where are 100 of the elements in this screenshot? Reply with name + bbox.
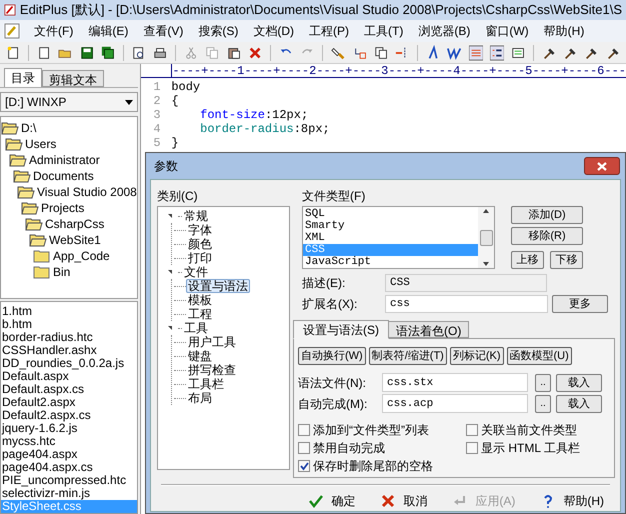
- file-item[interactable]: Default2.aspx.cs: [1, 409, 137, 422]
- menu-item[interactable]: 工具(T): [364, 22, 404, 40]
- category-item[interactable]: 工具栏: [186, 377, 226, 391]
- file-item[interactable]: PIE_uncompressed.htc: [1, 474, 137, 487]
- page-icon[interactable]: [37, 44, 52, 60]
- file-type-item[interactable]: SQL: [303, 208, 478, 220]
- menu-item[interactable]: 文件(F): [34, 22, 74, 40]
- menu-item[interactable]: 搜索(S): [198, 22, 238, 40]
- sidebar-tab[interactable]: 目录: [4, 68, 42, 88]
- folder-name[interactable]: Visual Studio 2008: [37, 183, 137, 202]
- folder-name[interactable]: Users: [25, 135, 56, 154]
- add-button[interactable]: 添加(D): [511, 206, 583, 224]
- category-item[interactable]: 键盘: [186, 349, 214, 363]
- footer-button[interactable]: 取消: [379, 491, 430, 511]
- folder-name[interactable]: App_Code: [53, 247, 110, 266]
- file-type-item[interactable]: XML: [303, 232, 478, 244]
- folder-name[interactable]: Documents: [33, 167, 94, 186]
- category-item[interactable]: 拼写检查: [186, 363, 238, 377]
- footer-button[interactable]: 帮助(H): [539, 491, 606, 511]
- checkbox[interactable]: [298, 460, 310, 472]
- syntax-file-field[interactable]: css.stx: [382, 373, 528, 392]
- duplicate-icon[interactable]: [374, 44, 388, 60]
- italic-a-icon[interactable]: [426, 44, 440, 60]
- load-button[interactable]: 载入: [556, 374, 602, 392]
- save-icon[interactable]: [80, 44, 94, 60]
- file-item[interactable]: Default.aspx: [1, 370, 137, 383]
- dialog-tab[interactable]: 语法着色(O): [389, 321, 470, 338]
- line-numbers-icon[interactable]: [490, 44, 504, 60]
- option-button[interactable]: 自动换行(W): [298, 347, 366, 365]
- menu-item[interactable]: 帮助(H): [544, 22, 584, 40]
- file-item[interactable]: b.htm: [1, 318, 137, 331]
- sidebar-tab[interactable]: 剪辑文本: [42, 70, 104, 88]
- file-type-label: 文件类型(F): [302, 188, 366, 204]
- option-button[interactable]: 制表符/缩进(T): [368, 347, 447, 365]
- browse-button[interactable]: ..: [535, 394, 551, 412]
- checkbox[interactable]: [298, 442, 310, 454]
- file-item[interactable]: CSSHandler.ashx: [1, 344, 137, 357]
- file-item[interactable]: border-radius.htc: [1, 331, 137, 344]
- file-item[interactable]: selectivizr-min.js: [1, 487, 137, 500]
- file-item[interactable]: Default2.aspx: [1, 396, 137, 409]
- checkbox[interactable]: [466, 424, 478, 436]
- more-button[interactable]: 更多: [552, 295, 608, 313]
- file-type-list[interactable]: SQL Smarty XML CSS JavaScript: [302, 206, 495, 269]
- drive-dropdown[interactable]: [D:] WINXP: [0, 92, 138, 112]
- category-item[interactable]: 设置与语法: [186, 279, 250, 293]
- file-item[interactable]: page404.aspx.cs: [1, 461, 137, 474]
- category-item[interactable]: 工程: [186, 307, 214, 321]
- wrap-lines-icon[interactable]: [468, 44, 483, 60]
- file-type-item[interactable]: Smarty: [303, 220, 478, 232]
- footer-button[interactable]: 确定: [307, 491, 358, 511]
- menu-item[interactable]: 工程(P): [309, 22, 349, 40]
- option-button[interactable]: 函数模型(U): [506, 347, 572, 365]
- folder-name[interactable]: Bin: [53, 263, 70, 282]
- menu-item[interactable]: 窗口(W): [485, 22, 529, 40]
- folder-name[interactable]: D:\: [21, 119, 36, 138]
- ruler: ----+----1----+----2----+----3----+----4----+----5----+----6---: [171, 64, 626, 77]
- checkbox[interactable]: [298, 424, 310, 436]
- folder-name[interactable]: Projects: [41, 199, 84, 218]
- option-button[interactable]: 列标记(K): [450, 347, 504, 365]
- file-item[interactable]: DD_roundies_0.0.2a.js: [1, 357, 137, 370]
- category-item[interactable]: 常规: [182, 209, 210, 223]
- close-button[interactable]: [584, 157, 620, 175]
- category-item[interactable]: 字体: [186, 223, 214, 237]
- checkbox[interactable]: [466, 442, 478, 454]
- category-item[interactable]: 文件: [182, 265, 210, 279]
- folder-name[interactable]: WebSite1: [49, 231, 101, 250]
- load-button[interactable]: 载入: [556, 394, 602, 412]
- category-item[interactable]: 用户工具: [186, 335, 238, 349]
- file-type-item[interactable]: JavaScript: [303, 256, 478, 268]
- menu-item[interactable]: 查看(V): [143, 22, 184, 40]
- folder-name[interactable]: Administrator: [29, 151, 100, 170]
- description-label: 描述(E):: [302, 275, 346, 292]
- dialog-tab[interactable]: 设置与语法(S): [293, 320, 389, 339]
- file-item[interactable]: jquery-1.6.2.js: [1, 422, 137, 435]
- category-item[interactable]: 模板: [186, 293, 214, 307]
- remove-button[interactable]: 移除(R): [511, 227, 583, 245]
- delete-icon[interactable]: [248, 44, 262, 60]
- file-item[interactable]: Default.aspx.cs: [1, 383, 137, 396]
- autocomplete-file-field[interactable]: css.acp: [382, 394, 528, 413]
- menu-item[interactable]: 浏览器(B): [418, 22, 470, 40]
- move-down-button[interactable]: 下移: [550, 251, 583, 269]
- browse-button[interactable]: ..: [535, 374, 551, 392]
- new-file-icon[interactable]: [6, 44, 20, 60]
- move-up-button[interactable]: 上移: [511, 251, 544, 269]
- file-item[interactable]: mycss.htc: [1, 435, 137, 448]
- category-item[interactable]: 颜色: [186, 237, 214, 251]
- extension-field[interactable]: css: [385, 295, 548, 313]
- category-item[interactable]: 打印: [186, 251, 214, 265]
- description-field[interactable]: CSS: [385, 274, 547, 292]
- menu-item[interactable]: 文档(D): [253, 22, 294, 40]
- category-item[interactable]: 工具: [182, 321, 210, 335]
- menu-item[interactable]: 编辑(E): [88, 22, 128, 40]
- file-item[interactable]: 1.htm: [1, 305, 137, 318]
- save-all-icon[interactable]: [100, 44, 115, 60]
- return-arrow-icon: [453, 494, 468, 508]
- category-label: 类别(C): [157, 188, 199, 204]
- scrollbar[interactable]: [478, 207, 494, 268]
- folder-name[interactable]: CsharpCss: [45, 215, 104, 234]
- category-item[interactable]: 布局: [186, 391, 214, 405]
- file-item[interactable]: page404.aspx: [1, 448, 137, 461]
